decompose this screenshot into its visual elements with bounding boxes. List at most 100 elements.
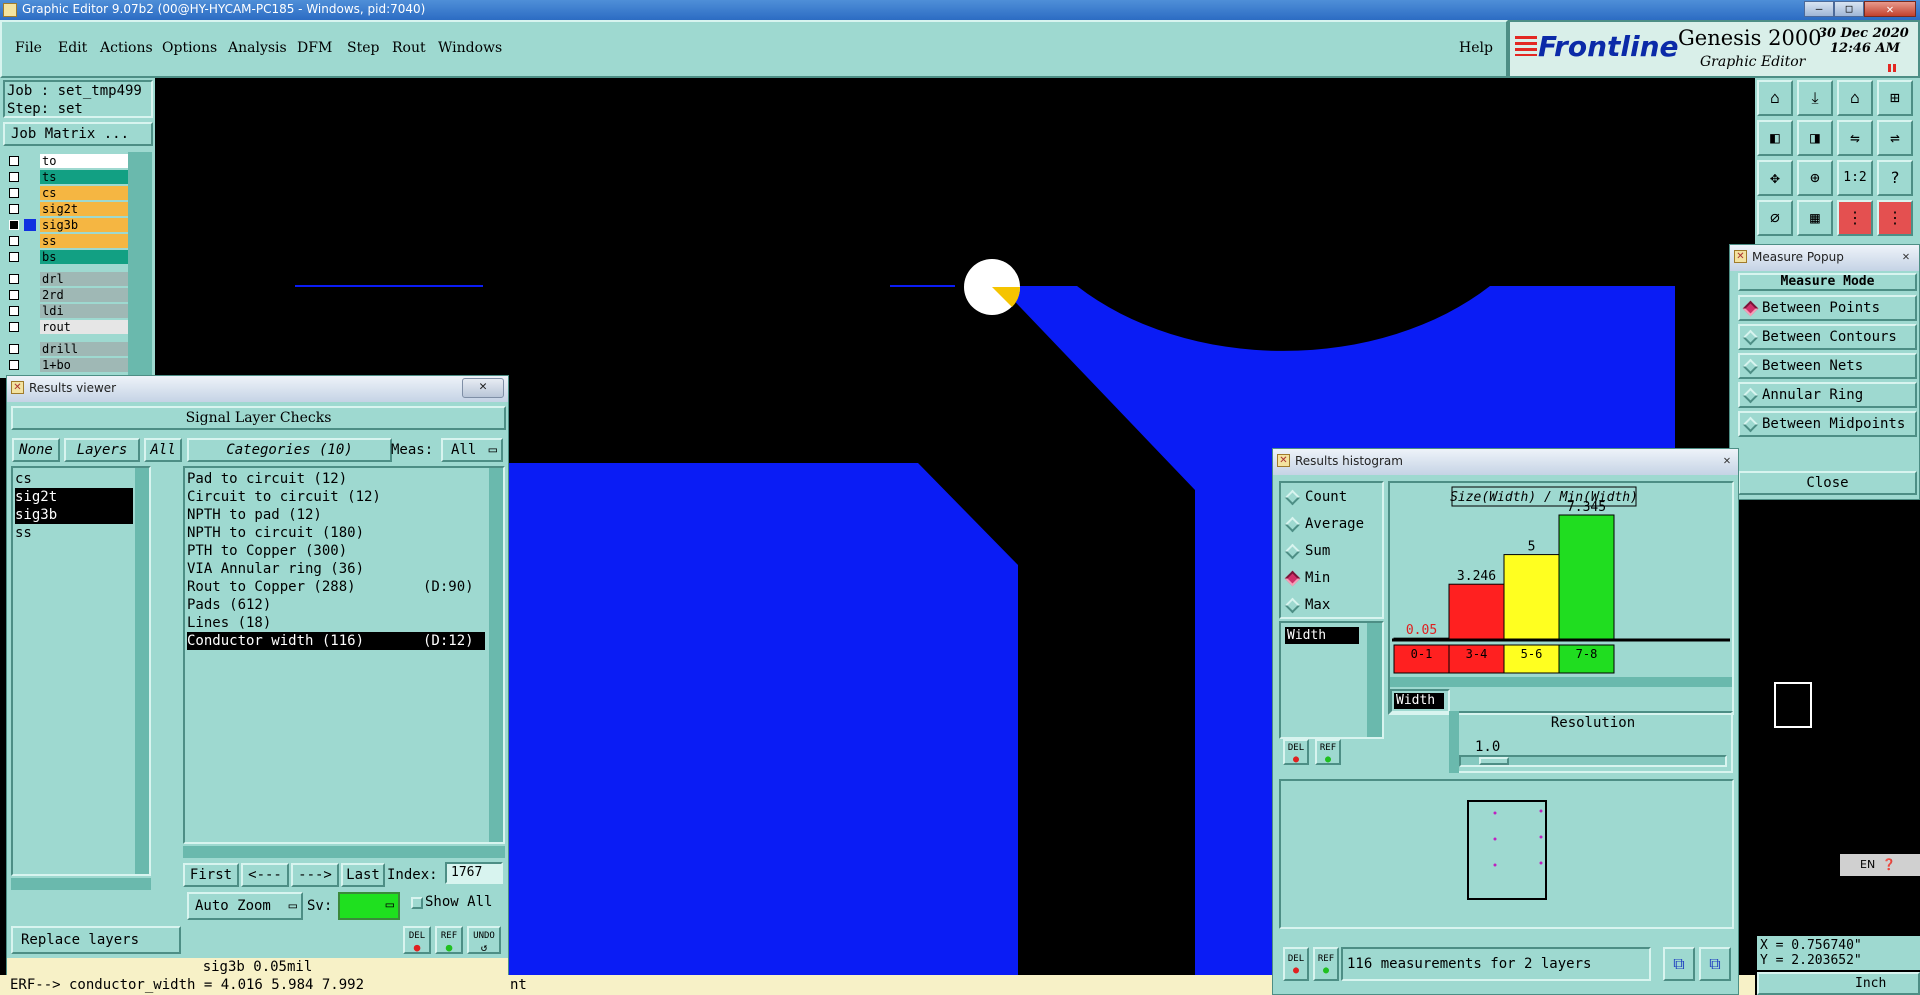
all-button[interactable]: All bbox=[144, 438, 182, 462]
summary-del-button[interactable]: DEL ● bbox=[1283, 947, 1309, 981]
layer-checkbox[interactable] bbox=[9, 344, 19, 354]
pan-left-icon[interactable]: ◧ bbox=[1757, 120, 1793, 156]
flip-icon[interactable]: ⇋ bbox=[1837, 120, 1873, 156]
undo-button[interactable]: UNDO ↺ bbox=[467, 926, 501, 954]
minimize-button[interactable]: – bbox=[1804, 1, 1834, 17]
net-select-icon[interactable]: ⋮ bbox=[1877, 200, 1913, 236]
meas-select[interactable]: All ▭ bbox=[441, 438, 503, 462]
maximize-button[interactable]: □ bbox=[1834, 1, 1864, 17]
category-item[interactable]: NPTH to pad (12) bbox=[187, 506, 485, 524]
layer-checkbox[interactable] bbox=[9, 274, 19, 284]
category-item[interactable]: NPTH to circuit (180) bbox=[187, 524, 485, 542]
result-layer-item[interactable]: sig2t bbox=[15, 488, 133, 506]
menu-options[interactable]: Options bbox=[162, 40, 217, 56]
grid-icon[interactable]: ⊞ bbox=[1877, 80, 1913, 116]
layer-checkbox[interactable] bbox=[9, 172, 19, 182]
layer-row-1-bo[interactable]: 1+bo bbox=[6, 358, 128, 373]
category-list[interactable]: Pad to circuit (12) Circuit to circuit (1… bbox=[183, 466, 505, 844]
layer-row-bs[interactable]: bs bbox=[6, 250, 128, 265]
house-icon[interactable]: ⌂ bbox=[1837, 80, 1873, 116]
summary-ref-button[interactable]: REF ● bbox=[1313, 947, 1339, 981]
result-layer-item[interactable]: sig3b bbox=[15, 506, 133, 524]
layer-row-to[interactable]: to bbox=[6, 154, 128, 169]
auto-zoom-button[interactable]: Auto Zoom ▭ bbox=[187, 892, 303, 920]
results-viewer-title-bar[interactable]: ✕ Results viewer bbox=[7, 376, 508, 402]
histogram-close-icon[interactable]: ✕ bbox=[1720, 453, 1734, 467]
zoom-home-icon[interactable]: ⌂ bbox=[1757, 80, 1793, 116]
pan-right-icon[interactable]: ◨ bbox=[1797, 120, 1833, 156]
layer-checkbox[interactable] bbox=[9, 360, 19, 370]
help-icon[interactable]: ? bbox=[1877, 160, 1913, 196]
layer-scrollbar[interactable] bbox=[128, 152, 152, 378]
category-hscrollbar[interactable] bbox=[183, 846, 505, 858]
category-item[interactable]: Rout to Copper (288) (D:90) bbox=[187, 578, 485, 596]
fit-icon[interactable]: ✥ bbox=[1757, 160, 1793, 196]
prev-button[interactable]: <--- bbox=[241, 863, 289, 887]
result-layer-item[interactable]: cs bbox=[15, 470, 133, 488]
measure-mode-option[interactable]: Between Points bbox=[1738, 295, 1917, 321]
measure-close-button[interactable]: Close bbox=[1738, 471, 1917, 495]
layer-checkbox[interactable] bbox=[9, 188, 19, 198]
job-matrix-button[interactable]: Job Matrix ... bbox=[3, 122, 153, 146]
menu-help[interactable]: Help bbox=[1459, 40, 1493, 56]
grid-toggle-icon[interactable]: ▦ bbox=[1797, 200, 1833, 236]
menu-edit[interactable]: Edit bbox=[58, 40, 87, 56]
export-histogram-icon[interactable]: ⧉ bbox=[1663, 947, 1695, 981]
layer-row-drill[interactable]: drill bbox=[6, 342, 128, 357]
category-item[interactable]: PTH to Copper (300) bbox=[187, 542, 485, 560]
histogram-mode-option[interactable]: Sum bbox=[1283, 540, 1379, 564]
resolution-slider[interactable] bbox=[1459, 755, 1727, 767]
layer-row-ts[interactable]: ts bbox=[6, 170, 128, 185]
menu-dfm[interactable]: DFM bbox=[297, 40, 332, 56]
category-item[interactable]: VIA Annular ring (36) bbox=[187, 560, 485, 578]
menu-file[interactable]: File bbox=[15, 40, 42, 56]
menu-rout[interactable]: Rout bbox=[392, 40, 426, 56]
layer-result-scrollbar[interactable] bbox=[135, 468, 149, 874]
scale-icon[interactable]: 1:2 bbox=[1837, 160, 1873, 196]
attr-item-width[interactable]: Width bbox=[1285, 627, 1359, 644]
language-bar[interactable]: EN ❓ bbox=[1840, 854, 1920, 876]
resolution-scrollbar[interactable] bbox=[1449, 711, 1459, 773]
title-bar[interactable]: Graphic Editor 9.07b2 (00@HY-HYCAM-PC185… bbox=[0, 0, 1920, 20]
layer-row-cs[interactable]: cs bbox=[6, 186, 128, 201]
mirror-icon[interactable]: ⇌ bbox=[1877, 120, 1913, 156]
units-select[interactable]: Inch bbox=[1757, 972, 1920, 995]
del-button[interactable]: DEL ● bbox=[403, 926, 431, 954]
net-highlight-icon[interactable]: ⋮ bbox=[1837, 200, 1873, 236]
histogram-mode-option[interactable]: Count bbox=[1283, 486, 1379, 510]
layer-row-sig2t[interactable]: sig2t bbox=[6, 202, 128, 217]
layer-row-ldi[interactable]: ldi bbox=[6, 304, 128, 319]
help-circle-icon[interactable]: ❓ bbox=[1882, 854, 1896, 876]
histogram-ref-button[interactable]: REF ● bbox=[1315, 739, 1341, 765]
print-histogram-icon[interactable]: ⧉ bbox=[1699, 947, 1731, 981]
center-icon[interactable]: ⊕ bbox=[1797, 160, 1833, 196]
measure-mode-option[interactable]: Between Contours bbox=[1738, 324, 1917, 350]
category-item[interactable]: Lines (18) bbox=[187, 614, 485, 632]
category-scrollbar[interactable] bbox=[489, 468, 503, 842]
layer-row-ss[interactable]: ss bbox=[6, 234, 128, 249]
index-input[interactable]: 1767 bbox=[445, 862, 503, 884]
layer-checkbox[interactable] bbox=[9, 306, 19, 316]
show-all-checkbox[interactable] bbox=[411, 897, 423, 909]
layer-checkbox[interactable] bbox=[9, 156, 19, 166]
category-item[interactable]: Pads (612) bbox=[187, 596, 485, 614]
replace-layers-button[interactable]: Replace layers bbox=[11, 926, 181, 954]
results-viewer-close-icon[interactable]: ✕ bbox=[462, 378, 504, 398]
layer-hscrollbar[interactable] bbox=[11, 878, 151, 890]
histogram-title-bar[interactable]: ✕ Results histogram bbox=[1273, 449, 1738, 475]
layer-checkbox[interactable] bbox=[9, 322, 19, 332]
layer-row-sig3b[interactable]: sig3b bbox=[6, 218, 128, 233]
sv-color-select[interactable]: ▭ bbox=[338, 892, 400, 920]
category-item[interactable]: Conductor width (116) (D:12) bbox=[187, 632, 485, 650]
pan-down-icon[interactable]: ⤓ bbox=[1797, 80, 1833, 116]
menu-step[interactable]: Step bbox=[347, 40, 379, 56]
menu-actions[interactable]: Actions bbox=[100, 40, 153, 56]
category-item[interactable]: Circuit to circuit (12) bbox=[187, 488, 485, 506]
layers-button[interactable]: Layers bbox=[64, 438, 140, 462]
histogram-del-button[interactable]: DEL ● bbox=[1283, 739, 1309, 765]
measure-icon[interactable]: ⌀ bbox=[1757, 200, 1793, 236]
layer-row-drl[interactable]: drl bbox=[6, 272, 128, 287]
measure-mode-option[interactable]: Annular Ring bbox=[1738, 382, 1917, 408]
layer-checkbox[interactable] bbox=[9, 204, 19, 214]
layer-checkbox[interactable] bbox=[9, 220, 19, 230]
